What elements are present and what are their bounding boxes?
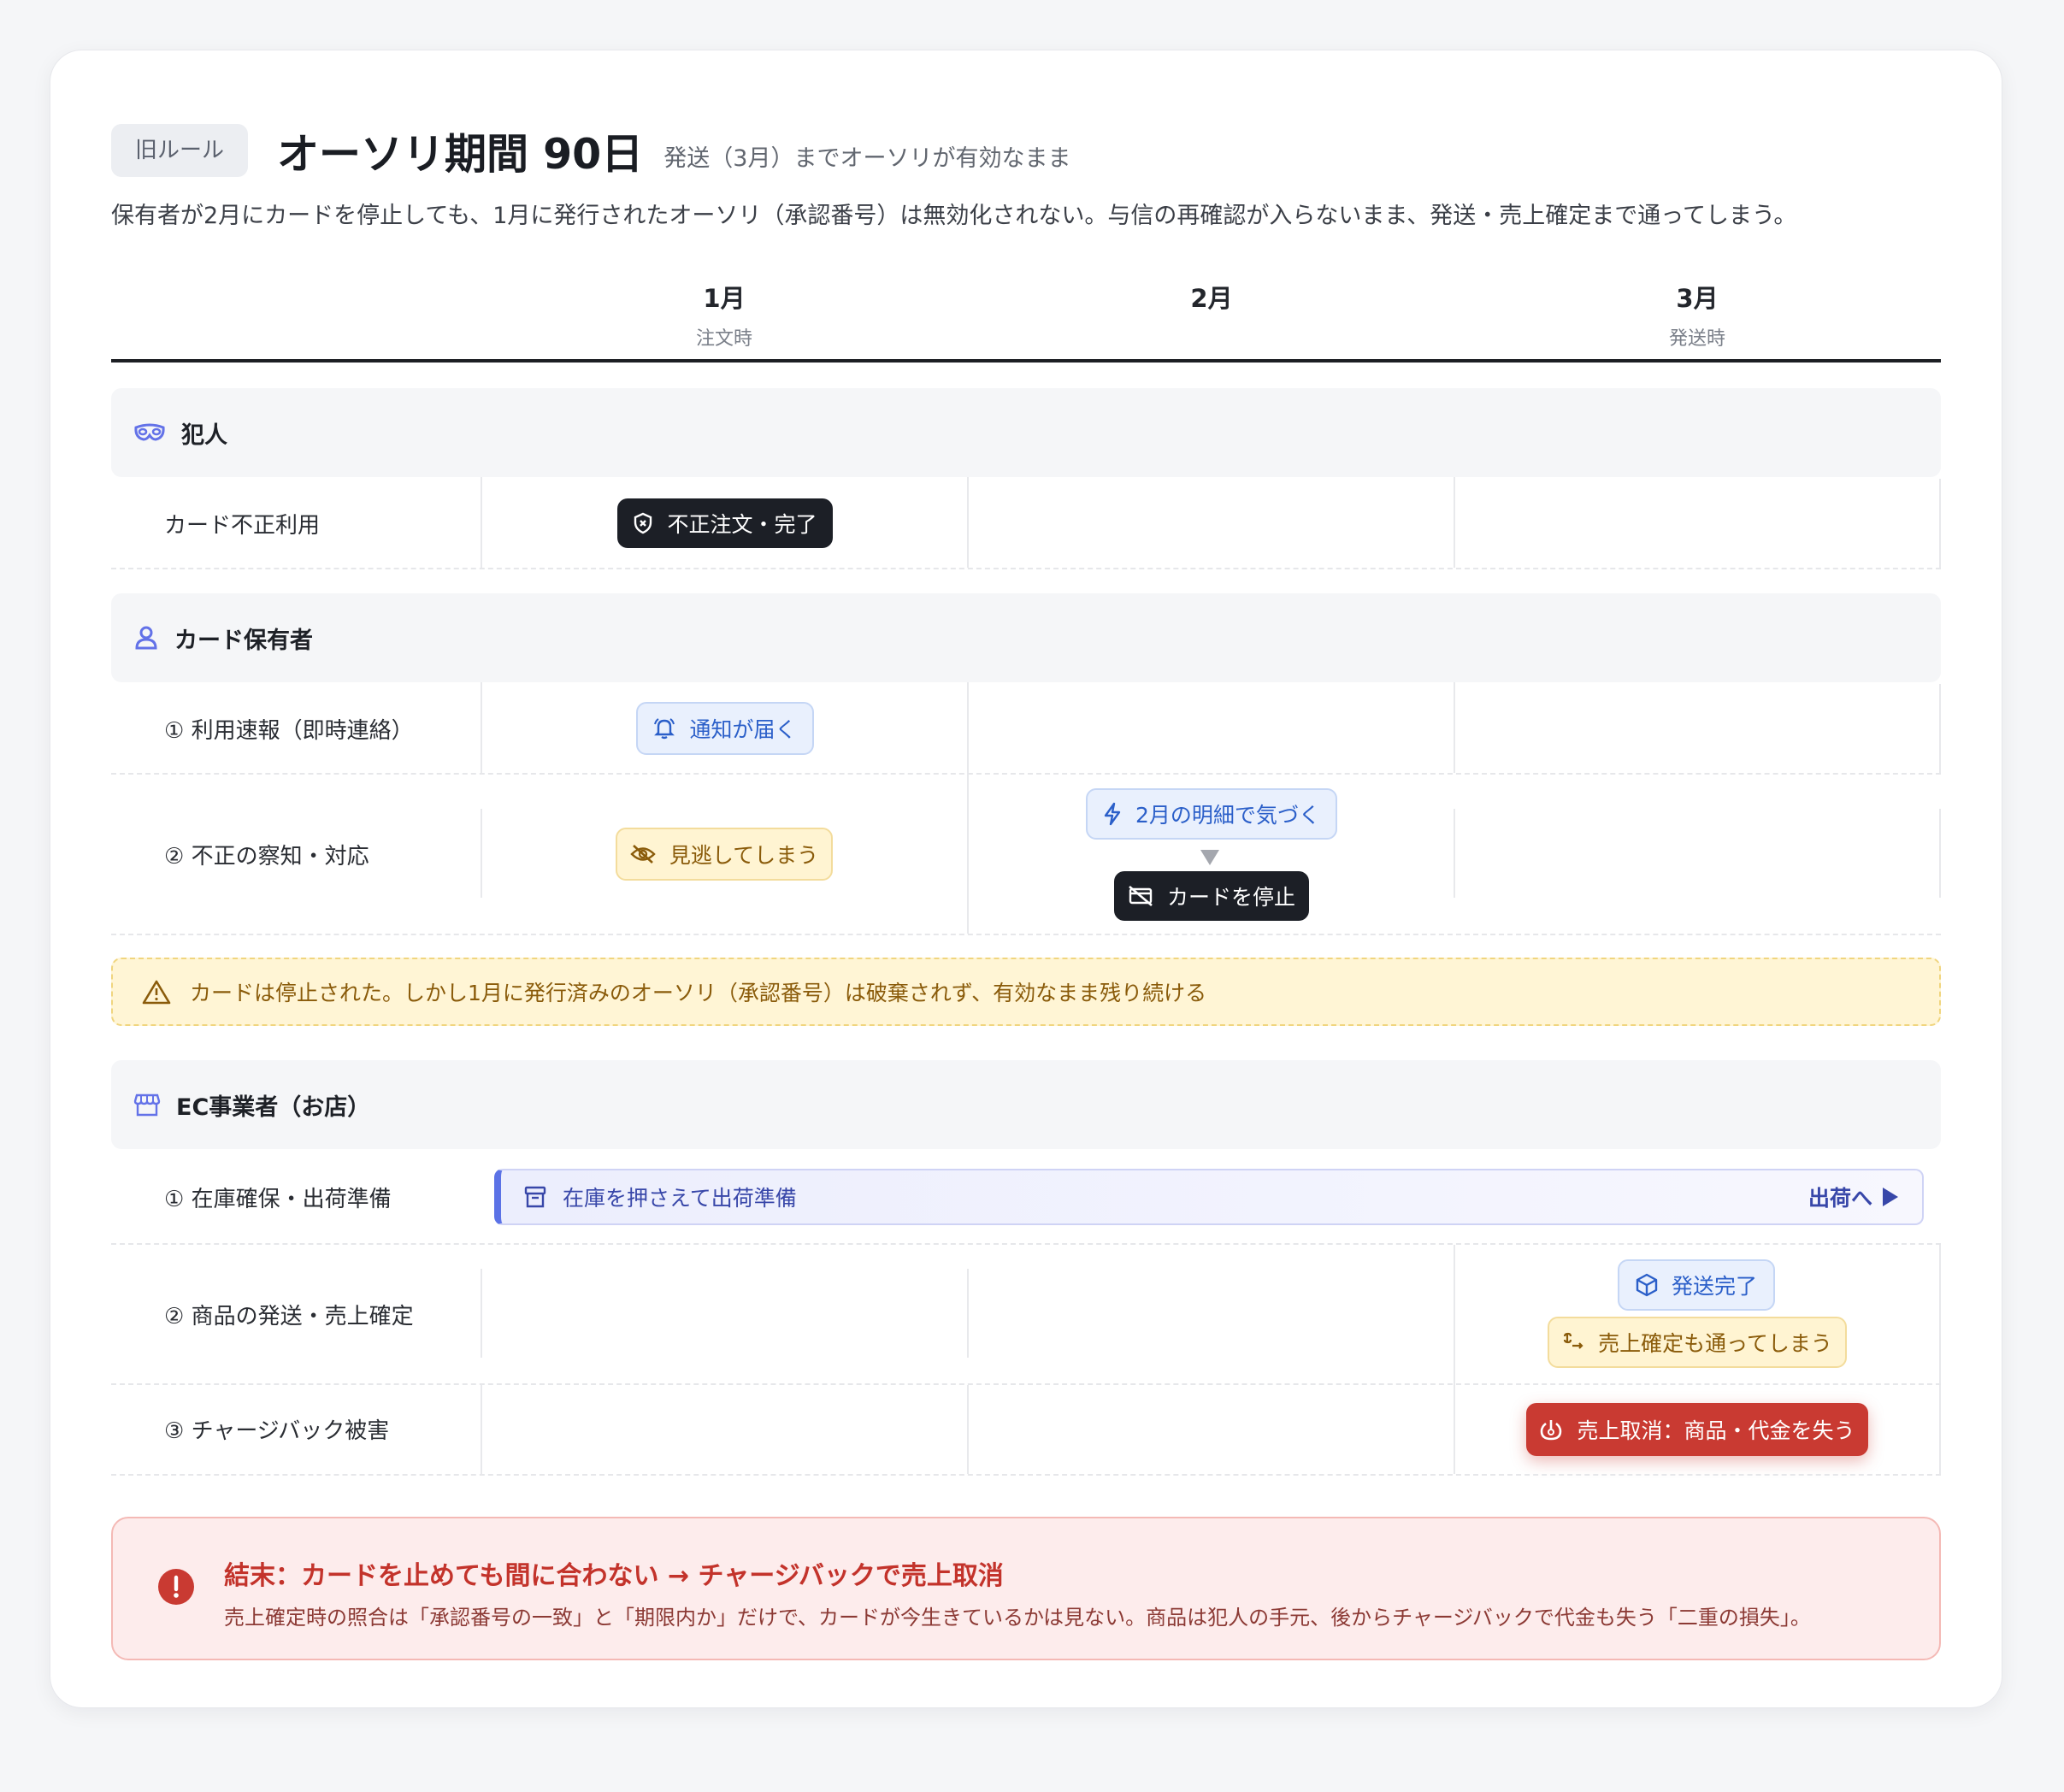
event-notified: 通知が届く: [636, 702, 814, 755]
play-icon: [1883, 1188, 1898, 1206]
column-divider: [481, 809, 482, 898]
column-divider: [967, 1385, 969, 1474]
row-separator: [111, 934, 1941, 935]
column-divider: [967, 1269, 969, 1358]
power-icon: [1541, 1420, 1562, 1441]
group-merchant-label: EC事業者（お店）: [111, 1060, 370, 1149]
column-divider: [1454, 1245, 1455, 1474]
column-divider: [481, 1385, 482, 1474]
group-criminal-label: 犯人: [111, 388, 227, 477]
month-header-mar: 3月 発送時: [1668, 284, 1725, 350]
coins-icon: [1564, 1332, 1583, 1349]
bell-icon: [654, 718, 675, 740]
row-separator: [111, 1243, 1941, 1245]
row-label-detect: ② 不正の察知・対応: [164, 843, 369, 869]
flow-arrow-down: [1200, 850, 1219, 865]
header-divider: [111, 359, 1941, 363]
column-divider: [1939, 1245, 1941, 1474]
rule-badge: 旧ルール: [111, 124, 249, 177]
event-fraud-done: 不正注文・完了: [617, 498, 833, 548]
group-holder-header: [111, 593, 1941, 682]
column-divider: [1939, 479, 1941, 568]
row-separator: [111, 568, 1941, 569]
result-box: 結末：カードを止めても間に合わない → チャージバックで売上取消 売上確定時の照…: [111, 1517, 1941, 1660]
row-separator: [111, 1474, 1941, 1476]
row-label-stock: ① 在庫確保・出荷準備: [164, 1186, 392, 1212]
row-separator: [111, 1383, 1941, 1385]
alert-icon: [158, 1569, 194, 1605]
store-icon: [133, 1093, 161, 1117]
package-icon: [1636, 1273, 1658, 1297]
result-detail: 売上確定時の照合は「承認番号の一致」と「期限内か」だけで、カードが今生きているか…: [224, 1606, 1811, 1630]
event-noticed: 2月の明細で気づく: [1086, 788, 1337, 840]
event-sale-cancelled: 売上取消：商品・代金を失う: [1526, 1403, 1868, 1456]
column-divider: [481, 1269, 482, 1358]
row-label-fraud: カード不正利用: [164, 512, 321, 539]
month-header-jan: 1月 注文時: [695, 284, 752, 350]
warning-icon: [142, 980, 171, 1005]
archive-icon: [524, 1186, 546, 1208]
result-title: 結末：カードを止めても間に合わない → チャージバックで売上取消: [224, 1561, 1004, 1591]
column-divider: [1454, 809, 1455, 898]
page-title: オーソリ期間 90日: [277, 129, 644, 179]
ship-next-label: 出荷へ: [1808, 1182, 1898, 1212]
row-separator: [111, 773, 1941, 775]
group-criminal-text: 犯人: [181, 421, 227, 449]
event-settled: 売上確定も通ってしまう: [1548, 1317, 1847, 1368]
mask-icon: [134, 423, 165, 441]
lightning-icon: [1104, 802, 1121, 826]
stock-prep-bar: 在庫を押さえて出荷準備 出荷へ: [494, 1169, 1924, 1225]
shield-x-icon: [634, 512, 652, 534]
row-label-ship: ② 商品の発送・売上確定: [164, 1303, 414, 1329]
card-off-icon: [1129, 886, 1153, 906]
column-divider: [1939, 809, 1941, 898]
event-card-stopped: カードを停止: [1114, 871, 1309, 921]
group-merchant-header: [111, 1060, 1941, 1149]
month-header-feb: 2月: [1190, 284, 1233, 313]
column-divider: [1939, 684, 1941, 773]
group-merchant-text: EC事業者（お店）: [176, 1093, 371, 1121]
user-icon: [135, 626, 157, 650]
warning-banner: カードは停止された。しかし1月に発行済みのオーソリ（承認番号）は破棄されず、有効…: [111, 958, 1941, 1026]
group-criminal-header: [111, 388, 1941, 477]
event-missed: 見逃してしまう: [616, 828, 833, 881]
header: 旧ルール オーソリ期間 90日 発送（3月）までオーソリが有効なまま: [111, 118, 1070, 183]
event-shipped: 発送完了: [1618, 1259, 1775, 1311]
group-holder-text: カード保有者: [174, 627, 313, 654]
page-subtitle: 発送（3月）までオーソリが有効なまま: [663, 144, 1071, 172]
eye-off-icon: [630, 845, 656, 864]
description: 保有者が2月にカードを停止しても、1月に発行されたオーソリ（承認番号）は無効化さ…: [111, 203, 1797, 229]
row-label-chargeback: ③ チャージバック被害: [164, 1418, 390, 1444]
group-holder-label: カード保有者: [111, 593, 313, 682]
row-label-notify: ① 利用速報（即時連絡）: [164, 717, 414, 744]
